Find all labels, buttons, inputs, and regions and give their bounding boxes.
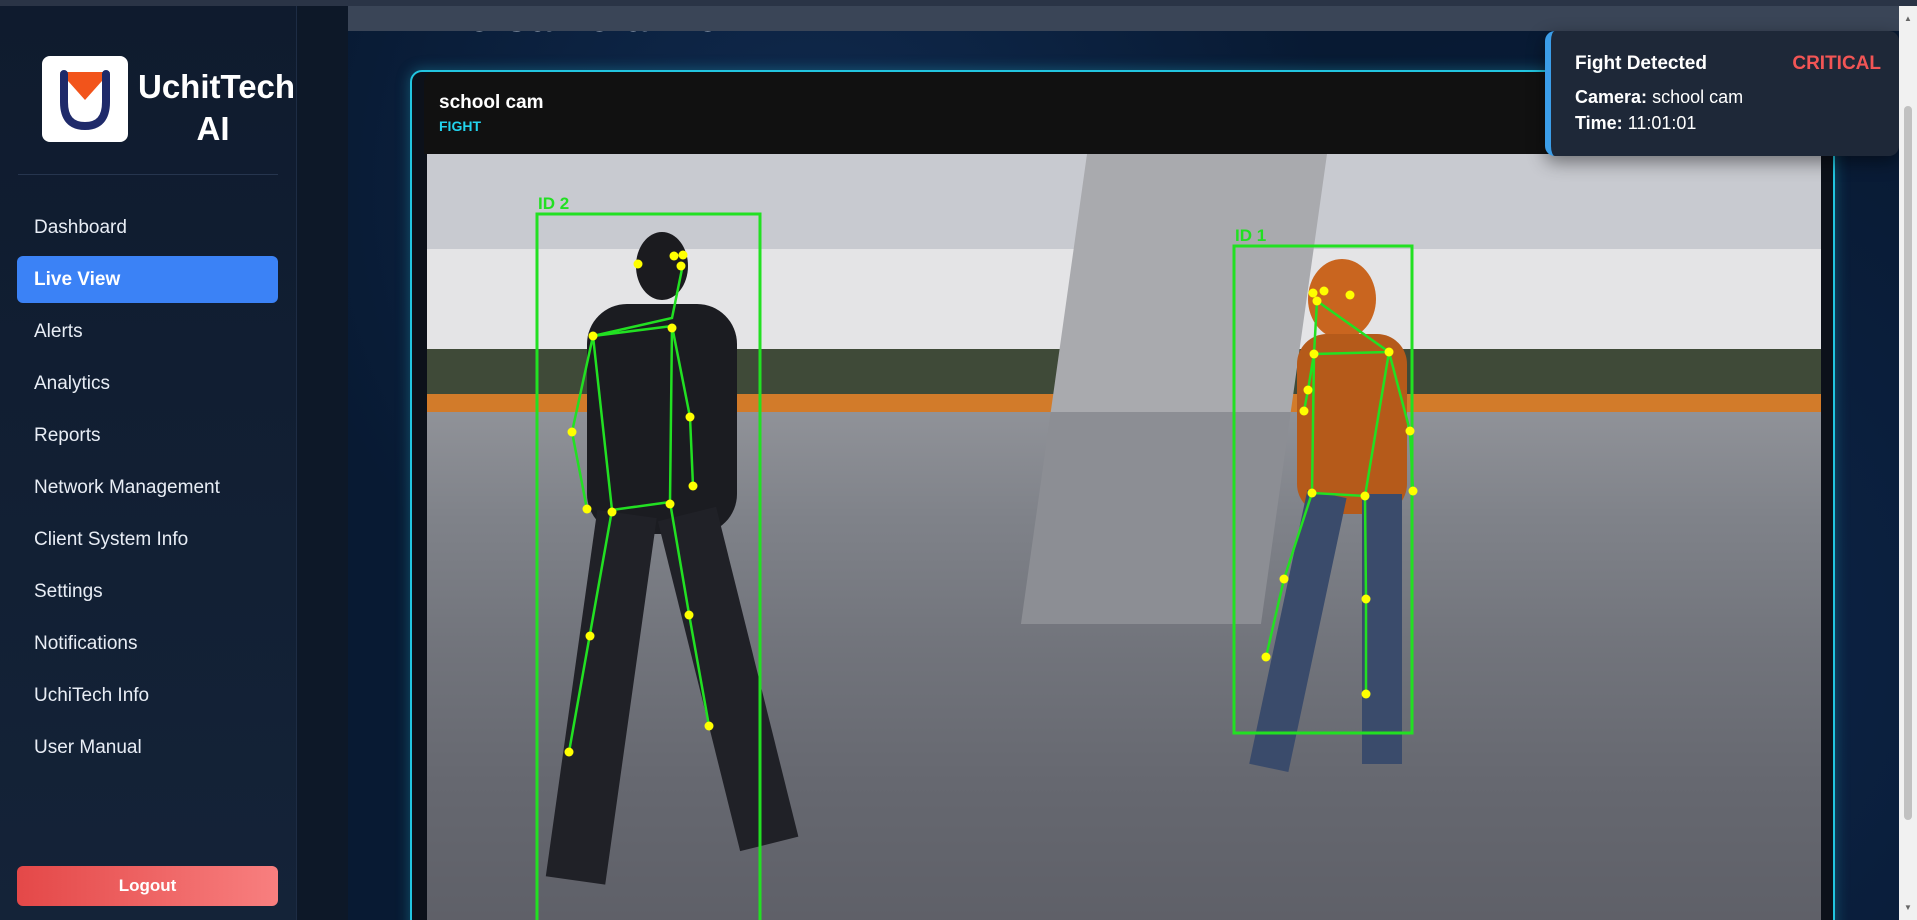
toast-time-row: Time: 11:01:01: [1575, 113, 1696, 134]
logo-mark-icon: [60, 70, 110, 131]
sidebar-item-live-view[interactable]: Live View: [17, 256, 278, 303]
scrollbar-thumb[interactable]: [1904, 106, 1912, 820]
sidebar-item-dashboard[interactable]: Dashboard: [17, 204, 278, 251]
scroll-down-arrow-icon[interactable]: ▼: [1904, 903, 1912, 912]
scroll-up-arrow-icon[interactable]: ▲: [1904, 14, 1912, 23]
sidebar-item-uchitech-info[interactable]: UchiTech Info: [17, 672, 278, 719]
brand-name: UchitTech AI: [138, 66, 296, 150]
feed-overlay: ID 2 ID 1: [427, 154, 1821, 920]
alert-toast[interactable]: Fight Detected CRITICAL Camera: school c…: [1545, 31, 1899, 156]
detection-label-id-1: ID 1: [1235, 226, 1266, 245]
toast-severity-badge: CRITICAL: [1792, 53, 1881, 74]
sidebar-item-alerts[interactable]: Alerts: [17, 308, 278, 355]
camera-card[interactable]: school cam FIGHT ID 2 ID 1: [410, 70, 1835, 920]
sidebar-nav: Dashboard Live View Alerts Analytics Rep…: [17, 204, 278, 776]
camera-status-label: FIGHT: [439, 118, 481, 134]
toast-camera-value: school cam: [1652, 87, 1744, 107]
toast-title: Fight Detected: [1575, 53, 1707, 74]
sidebar-item-analytics[interactable]: Analytics: [17, 360, 278, 407]
sidebar-item-notifications[interactable]: Notifications: [17, 620, 278, 667]
toast-camera-label: Camera:: [1575, 87, 1648, 107]
sidebar-item-settings[interactable]: Settings: [17, 568, 278, 615]
sidebar-item-client-system-info[interactable]: Client System Info: [17, 516, 278, 563]
sidebar-item-user-manual[interactable]: User Manual: [17, 724, 278, 771]
sidebar-gutter: [297, 6, 348, 920]
page-scrollbar[interactable]: ▲ ▼: [1899, 6, 1917, 920]
brand-line-2: AI: [196, 110, 230, 147]
sidebar: UchitTech AI Dashboard Live View Alerts …: [0, 6, 297, 920]
toast-camera-row: Camera: school cam: [1575, 87, 1743, 108]
toast-time-value: 11:01:01: [1627, 113, 1697, 133]
brand-line-1: UchitTech: [138, 68, 296, 105]
camera-name: school cam: [439, 92, 544, 113]
sidebar-item-network-management[interactable]: Network Management: [17, 464, 278, 511]
camera-video-feed[interactable]: ID 2 ID 1: [427, 154, 1821, 920]
sidebar-divider: [18, 174, 278, 175]
detection-label-id-2: ID 2: [538, 194, 569, 213]
sidebar-item-reports[interactable]: Reports: [17, 412, 278, 459]
uchittech-logo: [42, 56, 128, 142]
main-top-bar: [348, 6, 1899, 31]
toast-time-label: Time:: [1575, 113, 1623, 133]
logout-button[interactable]: Logout: [17, 866, 278, 906]
